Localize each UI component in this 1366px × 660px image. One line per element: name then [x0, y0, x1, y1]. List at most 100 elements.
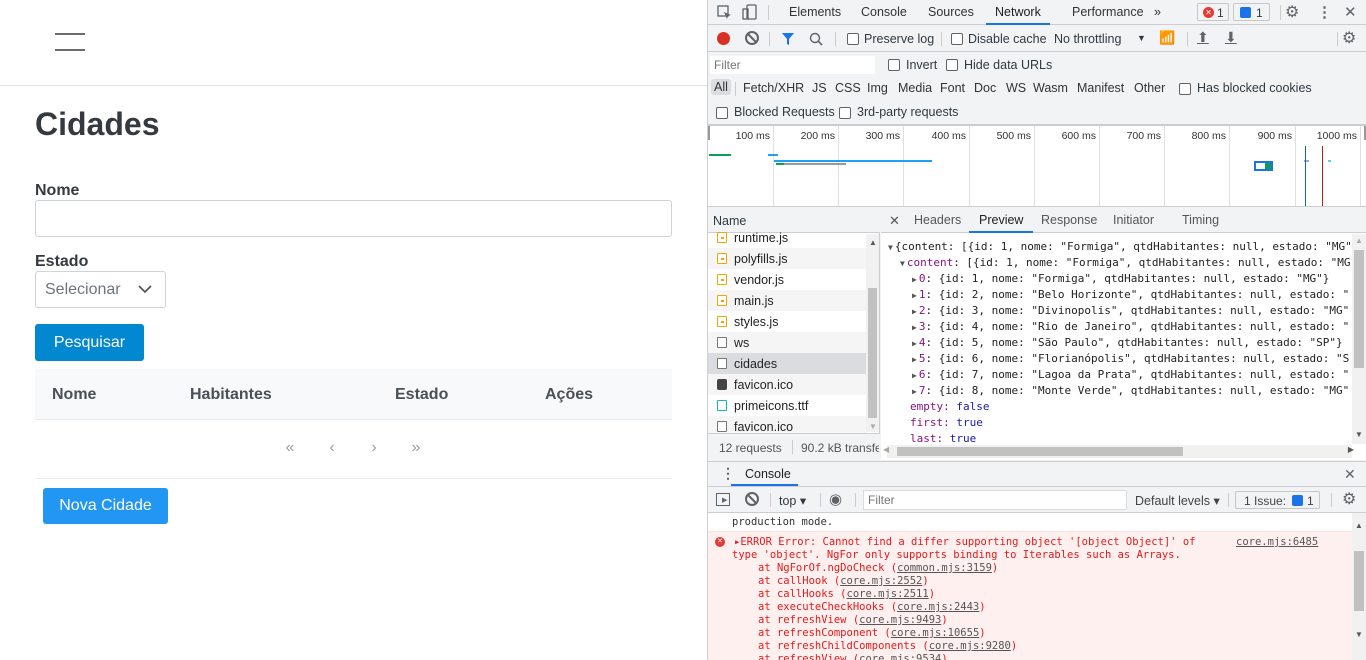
prev-page-button[interactable]: ‹ — [322, 439, 342, 457]
stack-source-link[interactable]: core.mjs:2511 — [847, 588, 929, 600]
menu-icon[interactable] — [55, 32, 85, 52]
network-settings-gear-icon[interactable]: ⚙ — [1342, 28, 1356, 48]
request-row[interactable]: cidades — [708, 353, 866, 374]
json-array-item[interactable]: ▶ 1: {id: 2, nome: "Belo Horizonte", qtdH… — [912, 288, 1349, 301]
type-filter-doc[interactable]: Doc — [974, 81, 996, 95]
throttling-select[interactable]: No throttling — [1054, 32, 1121, 46]
network-timeline-overview[interactable]: 100 ms 200 ms 300 ms 400 ms 500 ms 600 ms 700 … — [708, 125, 1366, 207]
drawer-tab-console[interactable]: Console — [745, 467, 791, 481]
stack-source-link[interactable]: core.mjs:10655 — [891, 627, 980, 639]
console-scrollbar[interactable]: ▲ ▼ — [1352, 513, 1366, 660]
type-filter-css[interactable]: CSS — [835, 81, 861, 95]
detail-tab-timing[interactable]: Timing — [1182, 213, 1219, 227]
type-filter-manifest[interactable]: Manifest — [1077, 81, 1124, 95]
type-filter-ws[interactable]: WS — [1006, 81, 1026, 95]
first-page-button[interactable]: « — [280, 439, 300, 457]
request-row[interactable]: polyfills.js — [708, 248, 866, 269]
network-filter-input[interactable] — [710, 56, 875, 74]
filter-icon[interactable] — [781, 32, 795, 46]
stack-source-link[interactable]: common.mjs:3159 — [897, 562, 992, 574]
stack-source-link[interactable]: core.mjs:2552 — [840, 575, 922, 587]
type-filter-other[interactable]: Other — [1134, 81, 1165, 95]
json-array-item[interactable]: ▶ 0: {id: 1, nome: "Formiga", qtdHabitant… — [912, 272, 1329, 285]
tab-performance[interactable]: Performance — [1072, 5, 1144, 19]
json-array-item[interactable]: ▶ 3: {id: 4, nome: "Rio de Janeiro", qtdH… — [912, 320, 1349, 333]
export-har-icon[interactable]: ⬇ — [1225, 29, 1237, 46]
json-array-item[interactable]: ▶ 5: {id: 6, nome: "Florianópolis", qtdHa… — [912, 352, 1349, 365]
stack-source-link[interactable]: core.mjs:2443 — [897, 601, 979, 613]
request-row[interactable]: vendor.js — [708, 269, 866, 290]
inspect-element-icon[interactable] — [717, 5, 732, 20]
has-blocked-cookies-checkbox[interactable] — [1179, 83, 1191, 95]
last-page-button[interactable]: » — [406, 439, 426, 457]
show-sidebar-icon[interactable]: ▶ — [716, 493, 730, 506]
column-header-habitantes[interactable]: Habitantes — [190, 386, 272, 404]
search-icon[interactable] — [809, 32, 823, 46]
json-array-item[interactable]: ▶ 4: {id: 5, nome: "São Paulo", qtdHabita… — [912, 336, 1343, 349]
type-filter-img[interactable]: Img — [867, 81, 888, 95]
context-selector[interactable]: top ▾ — [779, 493, 806, 508]
type-filter-all[interactable]: All — [711, 79, 731, 95]
request-row[interactable]: styles.js — [708, 311, 866, 332]
message-count-badge[interactable]: 1 — [1233, 3, 1270, 21]
tab-network[interactable]: Network — [986, 5, 1050, 25]
type-filter-font[interactable]: Font — [940, 81, 965, 95]
network-conditions-icon[interactable]: 📶 — [1159, 30, 1175, 46]
invert-checkbox[interactable] — [888, 59, 900, 71]
more-tabs-button[interactable]: » — [1154, 5, 1161, 19]
tab-elements[interactable]: Elements — [789, 5, 841, 19]
clear-console-icon[interactable] — [745, 492, 759, 506]
log-levels-select[interactable]: Default levels ▾ — [1135, 493, 1220, 508]
stack-source-link[interactable]: core.mjs:9280 — [929, 640, 1011, 652]
next-page-button[interactable]: › — [364, 439, 384, 457]
estado-select[interactable]: Selecionar — [35, 271, 166, 308]
stack-source-link[interactable]: core.mjs:9493 — [859, 614, 941, 626]
column-header-nome[interactable]: Nome — [52, 386, 96, 404]
preview-horizontal-scrollbar[interactable]: ◀ ▶ — [883, 445, 1354, 458]
new-city-button[interactable]: Nova Cidade — [43, 488, 168, 524]
type-filter-fetch-xhr[interactable]: Fetch/XHR — [743, 81, 804, 95]
console-settings-gear-icon[interactable]: ⚙ — [1342, 489, 1356, 509]
error-count-badge[interactable]: ✕ 1 — [1197, 3, 1229, 21]
stack-source-link[interactable]: core.mjs:9534 — [859, 653, 941, 660]
type-filter-media[interactable]: Media — [898, 81, 932, 95]
import-har-icon[interactable]: ⬆ — [1197, 29, 1209, 46]
request-row[interactable]: ws — [708, 332, 866, 353]
request-row[interactable]: primeicons.ttf — [708, 395, 866, 416]
close-drawer-icon[interactable]: ✕ — [1344, 466, 1356, 483]
error-expand-toggle[interactable]: ▸ERROR Error: Cannot find a differ suppo… — [734, 536, 1195, 548]
settings-gear-icon[interactable]: ⚙ — [1285, 2, 1299, 22]
search-button[interactable]: Pesquisar — [35, 324, 144, 361]
json-content-node[interactable]: ▼ content: [{id: 1, nome: "Formiga", qtdH… — [900, 256, 1351, 269]
json-array-item[interactable]: ▶ 6: {id: 7, nome: "Lagoa da Prata", qtdH… — [912, 368, 1349, 381]
detail-tab-headers[interactable]: Headers — [914, 213, 961, 227]
close-devtools-icon[interactable]: ✕ — [1344, 3, 1357, 21]
json-array-item[interactable]: ▶ 7: {id: 8, nome: "Monte Verde", qtdHabi… — [912, 384, 1349, 397]
drawer-menu-icon[interactable]: ⋮ — [721, 465, 735, 482]
device-toolbar-icon[interactable] — [742, 4, 758, 20]
nome-input[interactable] — [35, 200, 672, 237]
detail-tab-initiator[interactable]: Initiator — [1113, 213, 1154, 227]
error-source-link[interactable]: core.mjs:6485 — [1236, 536, 1318, 548]
hide-data-urls-checkbox[interactable] — [946, 59, 958, 71]
disable-cache-checkbox[interactable] — [951, 33, 963, 45]
column-header-estado[interactable]: Estado — [395, 386, 448, 404]
overview-handle-left[interactable] — [708, 126, 710, 140]
record-icon[interactable] — [717, 32, 730, 45]
live-expression-eye-icon[interactable]: ◉ — [829, 490, 842, 508]
tab-console[interactable]: Console — [861, 5, 907, 19]
throttling-dropdown-icon[interactable]: ▼ — [1137, 33, 1146, 43]
third-party-checkbox[interactable] — [839, 107, 851, 119]
json-array-item[interactable]: ▶ 2: {id: 3, nome: "Divinopolis", qtdHabi… — [912, 304, 1349, 317]
preserve-log-checkbox[interactable] — [847, 33, 859, 45]
tab-sources[interactable]: Sources — [928, 5, 974, 19]
detail-tab-response[interactable]: Response — [1041, 213, 1097, 227]
detail-tab-preview[interactable]: Preview — [968, 213, 1035, 233]
type-filter-wasm[interactable]: Wasm — [1033, 81, 1068, 95]
request-row[interactable]: runtime.js — [708, 227, 866, 248]
json-root-node[interactable]: ▼ {content: [{id: 1, nome: "Formiga", qtd… — [888, 240, 1352, 253]
clear-icon[interactable] — [745, 31, 759, 45]
blocked-requests-checkbox[interactable] — [716, 107, 728, 119]
preview-vertical-scrollbar[interactable]: ▲ ▼ — [1352, 234, 1366, 444]
request-row[interactable]: main.js — [708, 290, 866, 311]
